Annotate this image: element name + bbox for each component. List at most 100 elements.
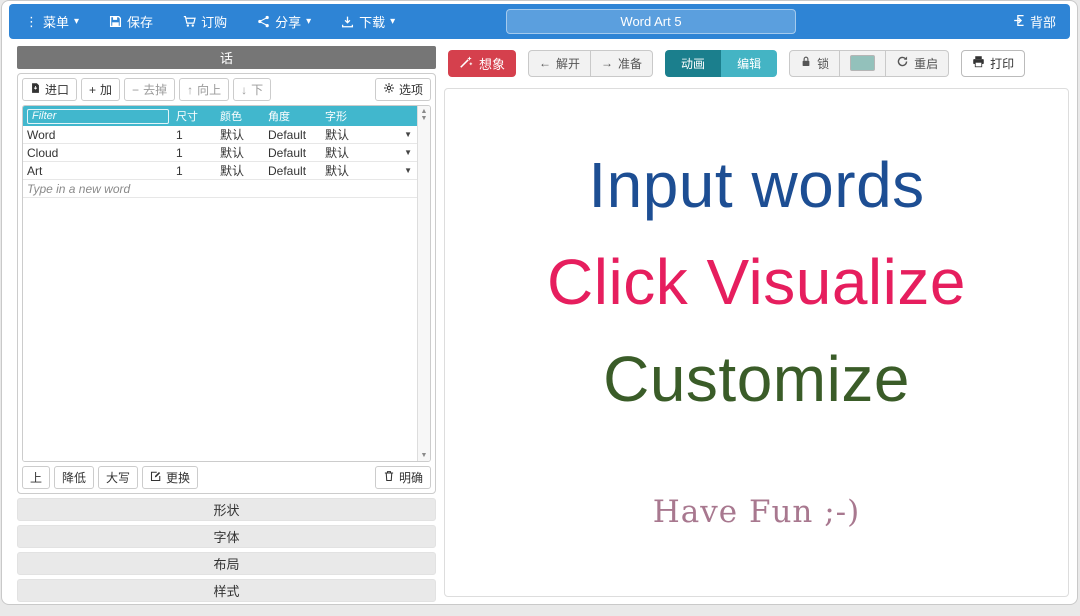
font-value: 默认 xyxy=(325,164,350,178)
up-button[interactable]: 上 xyxy=(22,466,51,489)
redo-label: 准备 xyxy=(618,56,643,71)
undo-redo-group: ← 解开 → 准备 xyxy=(528,49,654,77)
word-cell[interactable]: Cloud xyxy=(23,146,173,160)
animate-edit-toggle: 动画 编辑 xyxy=(665,49,778,77)
section-layout[interactable]: 布局 xyxy=(17,552,436,575)
move-up-button[interactable]: ↑ 向上 xyxy=(179,78,230,101)
cart-icon xyxy=(183,15,196,28)
angle-cell[interactable]: Default xyxy=(265,146,322,160)
word-cell[interactable]: Art xyxy=(23,164,173,178)
section-style[interactable]: 样式 xyxy=(17,579,436,602)
table-scrollbar[interactable]: ▲ ▼ ▼ xyxy=(417,106,430,461)
size-cell[interactable]: 1 xyxy=(173,146,217,160)
order-label: 订购 xyxy=(201,15,228,30)
scroll-down-icon[interactable]: ▼ xyxy=(421,452,428,459)
section-font-label: 字体 xyxy=(213,530,240,545)
scroll-down-icon[interactable]: ▼ xyxy=(421,115,428,122)
trash-icon xyxy=(383,470,395,485)
canvas-footer-text: Have Fun ;-) xyxy=(652,494,861,530)
column-header-color: 颜色 xyxy=(220,111,242,123)
canvas-text-line: Input words xyxy=(588,149,925,221)
restart-button[interactable]: 重启 xyxy=(886,49,950,77)
section-shape-label: 形状 xyxy=(213,503,240,518)
back-button[interactable]: 背部 xyxy=(1013,12,1056,31)
font-cell[interactable]: 默认 ▼ xyxy=(322,126,417,143)
size-cell[interactable]: 1 xyxy=(173,128,217,142)
order-button[interactable]: 订购 xyxy=(183,12,227,31)
font-value: 默认 xyxy=(325,128,350,142)
clear-label: 明确 xyxy=(398,471,423,485)
app-window: ⋮ 菜单 ▾ 保存 订购 分享 ▾ 下载 ▾ Word Art 5 背部 话 进… xyxy=(1,0,1078,605)
import-button[interactable]: 进口 xyxy=(22,78,78,101)
color-cell[interactable]: 默认 xyxy=(217,144,265,161)
magic-wand-icon xyxy=(459,55,473,72)
print-button[interactable]: 打印 xyxy=(961,49,1026,77)
logout-icon xyxy=(1013,14,1026,30)
uppercase-button[interactable]: 大写 xyxy=(98,466,139,489)
table-empty-area xyxy=(23,198,417,461)
lock-icon xyxy=(800,55,812,71)
menu-button[interactable]: ⋮ 菜单 ▾ xyxy=(25,12,79,31)
animate-tab[interactable]: 动画 xyxy=(665,49,722,77)
chevron-down-icon: ▾ xyxy=(390,15,396,27)
table-row-word[interactable]: Word 1 默认 Default 默认 ▼ xyxy=(23,126,417,144)
download-button[interactable]: 下载 ▾ xyxy=(341,12,395,31)
scroll-up-icon[interactable]: ▲ xyxy=(421,108,428,115)
filter-cell xyxy=(23,108,173,124)
filter-input[interactable] xyxy=(27,108,169,124)
title-input[interactable] xyxy=(506,9,796,34)
top-navbar-left: ⋮ 菜单 ▾ 保存 订购 分享 ▾ 下载 ▾ xyxy=(9,12,395,31)
save-button[interactable]: 保存 xyxy=(109,12,153,31)
font-cell[interactable]: 默认 ▼ xyxy=(322,162,417,179)
color-cell[interactable]: 默认 xyxy=(217,162,265,179)
font-value: 默认 xyxy=(325,146,350,160)
new-word-row xyxy=(23,180,417,198)
share-icon xyxy=(257,15,270,28)
vertical-dots-icon: ⋮ xyxy=(25,13,38,29)
options-button[interactable]: 选项 xyxy=(374,78,431,101)
edit-label: 编辑 xyxy=(737,56,762,71)
share-button[interactable]: 分享 ▾ xyxy=(257,12,311,31)
dropdown-caret-icon: ▼ xyxy=(404,130,412,139)
new-word-input[interactable] xyxy=(27,181,169,196)
column-header-font: 字形 xyxy=(325,111,347,123)
table-row-cloud[interactable]: Cloud 1 默认 Default 默认 ▼ xyxy=(23,144,417,162)
word-cell[interactable]: Word xyxy=(23,128,173,142)
redo-button[interactable]: → 准备 xyxy=(591,49,654,77)
dropdown-caret-icon: ▼ xyxy=(404,148,412,157)
section-shape[interactable]: 形状 xyxy=(17,498,436,521)
add-word-button[interactable]: + 加 xyxy=(81,78,121,101)
clear-button[interactable]: 明确 xyxy=(374,466,431,489)
words-bottom-toolbar: 上 降低 大写 更换 明确 xyxy=(22,466,431,489)
angle-cell[interactable]: Default xyxy=(265,164,322,178)
edit-tab[interactable]: 编辑 xyxy=(721,49,778,77)
canvas-toolbar: 想象 ← 解开 → 准备 动画 编辑 锁 重启 打印 xyxy=(448,48,1069,78)
remove-word-button[interactable]: − 去掉 xyxy=(124,78,176,101)
replace-button[interactable]: 更换 xyxy=(142,466,199,489)
angle-cell[interactable]: Default xyxy=(265,128,322,142)
minus-icon: − xyxy=(132,82,140,97)
import-label: 进口 xyxy=(45,83,70,97)
column-header-size: 尺寸 xyxy=(176,111,198,123)
move-down-button[interactable]: ↓ 下 xyxy=(233,78,272,101)
undo-button[interactable]: ← 解开 xyxy=(528,49,592,77)
visualize-button[interactable]: 想象 xyxy=(448,49,517,77)
section-layout-label: 布局 xyxy=(213,557,240,572)
save-label: 保存 xyxy=(127,15,154,30)
top-navbar: ⋮ 菜单 ▾ 保存 订购 分享 ▾ 下载 ▾ Word Art 5 背部 xyxy=(9,4,1070,39)
section-font[interactable]: 字体 xyxy=(17,525,436,548)
share-label: 分享 xyxy=(275,15,302,30)
uppercase-label: 大写 xyxy=(106,471,131,485)
table-row-art[interactable]: Art 1 默认 Default 默认 ▼ xyxy=(23,162,417,180)
restart-label: 重启 xyxy=(914,56,939,71)
words-panel: 话 进口 + 加 − 去掉 ↑ 向上 ↓ 下 选项 Filter 尺寸 颜色 角… xyxy=(17,46,436,602)
size-cell[interactable]: 1 xyxy=(173,164,217,178)
lock-button[interactable]: 锁 xyxy=(789,49,841,77)
font-cell[interactable]: 默认 ▼ xyxy=(322,144,417,161)
color-cell[interactable]: 默认 xyxy=(217,126,265,143)
lowercase-button[interactable]: 降低 xyxy=(54,466,95,489)
import-file-icon xyxy=(30,82,41,97)
arrow-left-icon: ← xyxy=(539,56,552,70)
move-up-label: 向上 xyxy=(197,83,222,97)
color-swatch-button[interactable] xyxy=(840,49,887,77)
